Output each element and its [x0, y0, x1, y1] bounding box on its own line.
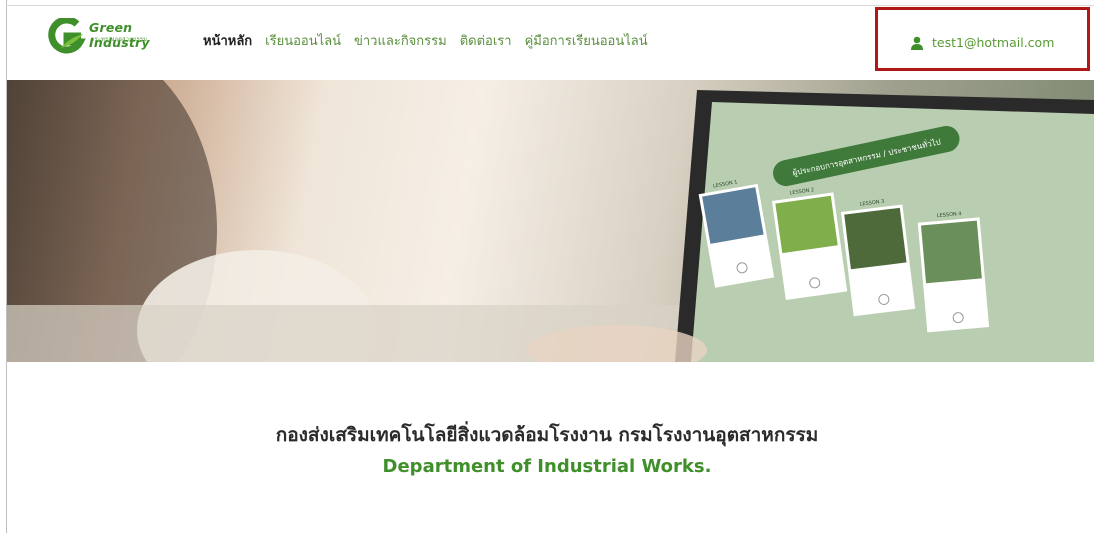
lesson-card-4: LESSON 4: [917, 211, 990, 333]
nav-news-activities[interactable]: ข่าวและกิจกรรม: [354, 30, 447, 51]
green-industry-logo[interactable]: Green Industry กระทรวงอุตสาหกรรม: [47, 18, 187, 54]
department-english-name: Department of Industrial Works.: [382, 456, 712, 477]
logo-title: Green Industry: [89, 20, 150, 50]
department-thai-name: กองส่งเสริมเทคโนโลยีสิ่งแวดล้อมโรงงาน กร…: [275, 424, 819, 446]
user-icon: [911, 36, 923, 50]
user-account-highlight: test1@hotmail.com: [875, 7, 1090, 71]
nav-home[interactable]: หน้าหลัก: [203, 30, 252, 51]
site-header: Green Industry กระทรวงอุตสาหกรรม หน้าหลั…: [7, 6, 1094, 80]
nav-learning-manual[interactable]: คู่มือการเรียนออนไลน์: [525, 30, 648, 51]
hero-banner: ผู้ประกอบการอุตสาหกรรม / ประชาชนทั่วไป L…: [7, 80, 1094, 362]
user-email: test1@hotmail.com: [932, 35, 1055, 50]
nav-online-learning[interactable]: เรียนออนไลน์: [265, 30, 341, 51]
logo-subtitle: กระทรวงอุตสาหกรรม: [91, 37, 148, 43]
main-nav: หน้าหลัก เรียนออนไลน์ ข่าวและกิจกรรม ติด…: [203, 30, 648, 51]
logo-g-icon: [48, 18, 86, 54]
user-account-link[interactable]: test1@hotmail.com: [910, 35, 1054, 50]
hero-image: ผู้ประกอบการอุตสาหกรรม / ประชาชนทั่วไป L…: [7, 80, 1094, 362]
nav-contact[interactable]: ติดต่อเรา: [460, 30, 512, 51]
